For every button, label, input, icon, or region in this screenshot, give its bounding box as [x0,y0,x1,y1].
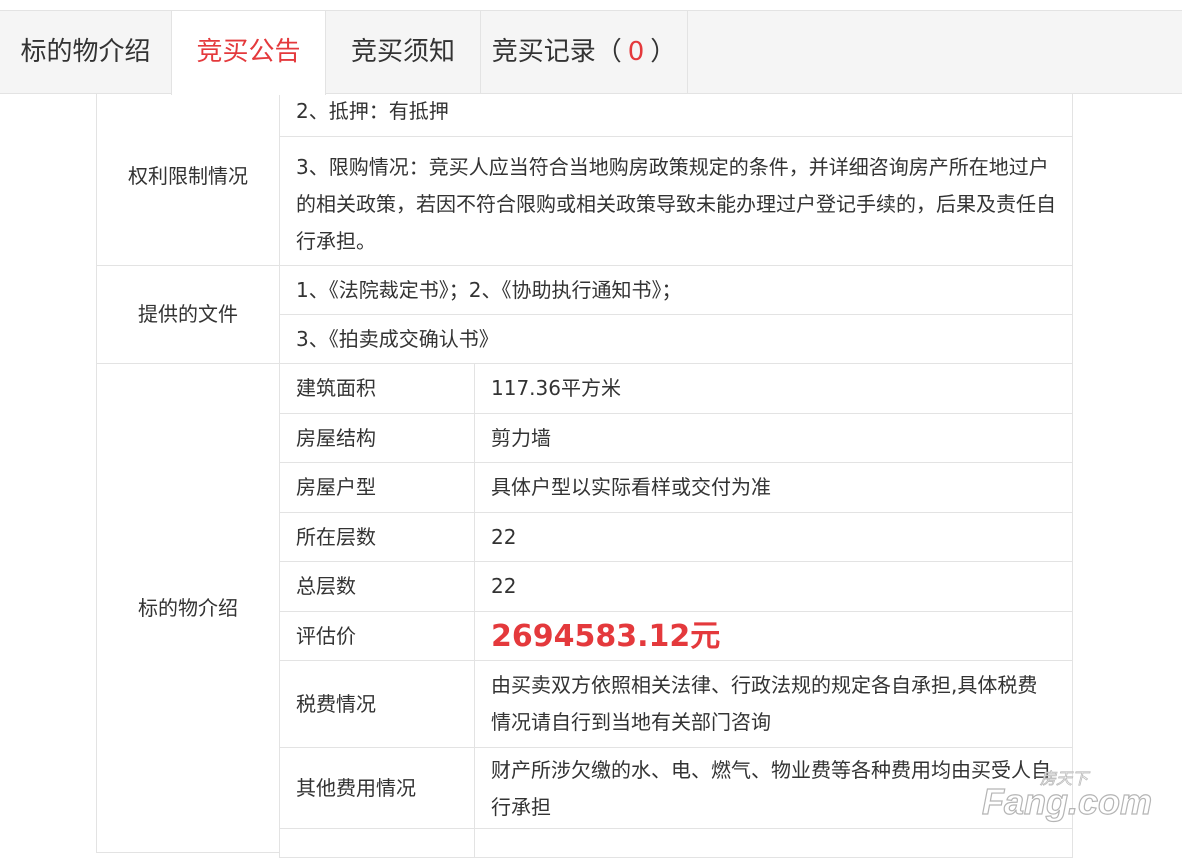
row-key-floor: 所在层数 [279,512,475,562]
announcement-table: 权利限制情况 2、抵押：有抵押 3、限购情况：竞买人应当符合当地购房政策规定的条… [0,0,1182,858]
tab-bidding-notice[interactable]: 竞买须知 [326,11,481,94]
row-value-tax: 由买卖双方依照相关法律、行政法规的规定各自承担,具体税费情况请自行到当地有关部门… [474,660,1073,748]
tab-label: 竞买记录（ [491,37,622,67]
tab-bar: 标的物介绍 竞买公告 竞买须知 竞买记录（ 0） [0,10,1182,95]
top-spacer [0,0,1182,10]
row-key: 所在层数 [296,524,376,549]
row-key: 总层数 [296,574,356,598]
documents-item-1-text: 1、《法院裁定书》；2、《协助执行通知书》； [296,277,682,302]
row-value: 由买卖双方依照相关法律、行政法规的规定各自承担,具体税费情况请自行到当地有关部门… [491,673,1038,734]
documents-item-1: 1、《法院裁定书》；2、《协助执行通知书》； [279,265,1073,315]
row-value: 22 [491,524,517,549]
rights-label: 权利限制情况 [128,163,248,188]
row-key-appraisal: 评估价 [279,611,475,661]
documents-item-2: 3、《拍卖成交确认书》 [279,314,1073,364]
row-key-next [279,828,475,858]
tab-label: 标的物介绍 [20,37,151,67]
row-value-structure: 剪力墙 [474,413,1073,463]
row-key-structure: 房屋结构 [279,413,475,463]
subject-label-cell: 标的物介绍 [96,363,280,853]
fang-watermark-logo: 房天下 Fang.com [981,770,1152,823]
watermark-brand-text: Fang.com [982,781,1152,822]
tab-label: 竞买须知 [350,37,455,67]
row-key: 评估价 [296,623,356,648]
row-value-area: 117.36平方米 [474,363,1073,414]
row-value-total-floors: 22 [474,561,1073,612]
row-key: 建筑面积 [296,376,376,400]
tab-subject-intro[interactable]: 标的物介绍 [0,11,172,94]
row-key-layout: 房屋户型 [279,462,475,513]
row-key: 税费情况 [296,691,376,716]
row-key-area: 建筑面积 [279,363,475,414]
row-key: 其他费用情况 [296,775,416,800]
row-key-tax: 税费情况 [279,660,475,748]
tab-label: 竞买公告 [196,37,301,67]
documents-item-2-text: 3、《拍卖成交确认书》 [296,326,499,351]
row-key: 房屋结构 [296,425,376,450]
row-value: 117.36平方米 [491,376,621,400]
tab-auction-announcement[interactable]: 竞买公告 [171,11,326,95]
rights-item-2-text: 2、抵押：有抵押 [296,99,449,123]
row-value: 22 [491,574,517,598]
row-value: 具体户型以实际看样或交付为准 [491,475,771,499]
row-value-layout: 具体户型以实际看样或交付为准 [474,462,1073,513]
rights-label-cell: 权利限制情况 [96,86,280,266]
rights-item-3-text: 3、限购情况：竞买人应当符合当地购房政策规定的条件，并详细咨询房产所在地过户的相… [296,155,1056,253]
row-value: 财产所涉欠缴的水、电、燃气、物业费等各种费用均由买受人自行承担 [491,758,1051,819]
row-value: 剪力墙 [491,425,551,450]
row-value-appraisal: 2694583.12元 [474,611,1073,661]
documents-label: 提供的文件 [138,302,238,326]
subject-label: 标的物介绍 [138,595,238,620]
row-key: 房屋户型 [296,475,376,499]
bid-count: 0 [627,37,645,67]
row-key-other-fees: 其他费用情况 [279,747,475,829]
appraisal-price: 2694583.12元 [491,618,721,654]
row-key-total-floors: 总层数 [279,561,475,612]
row-value-next [474,828,1073,858]
tab-label-suffix: ） [650,37,677,67]
tab-bid-records[interactable]: 竞买记录（ 0） [481,11,688,94]
rights-item-3: 3、限购情况：竞买人应当符合当地购房政策规定的条件，并详细咨询房产所在地过户的相… [279,136,1073,266]
documents-label-cell: 提供的文件 [96,265,280,364]
row-value-floor: 22 [474,512,1073,562]
